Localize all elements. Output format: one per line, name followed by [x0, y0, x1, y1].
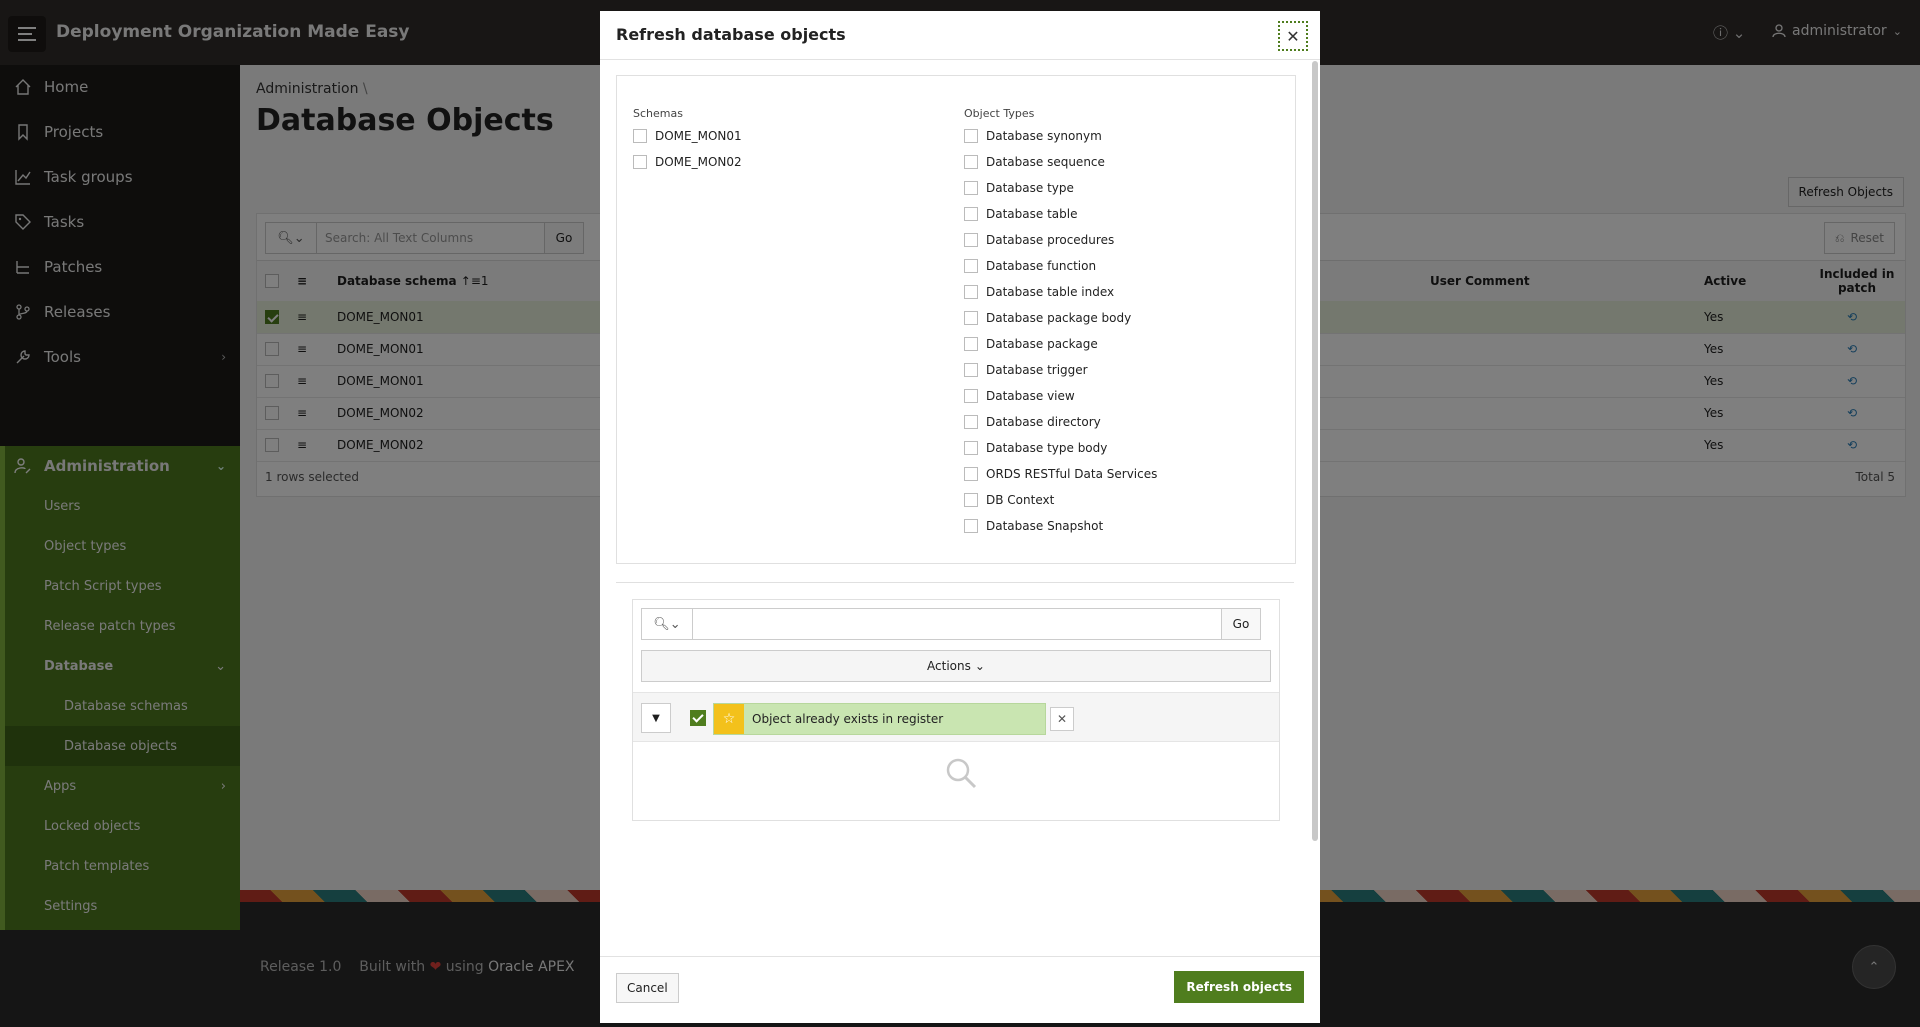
checkbox-label: Database function: [986, 259, 1097, 273]
checkbox-label: Database type body: [986, 441, 1108, 455]
object-type-checkbox[interactable]: Database view: [964, 388, 1075, 404]
checkbox-label: ORDS RESTful Data Services: [986, 467, 1158, 481]
caret-down-icon: ▼: [652, 712, 660, 724]
results-report: 🔍︎⌄ Go Actions ⌄ ▼ ☆ Object already exist…: [632, 599, 1280, 821]
schemas-label: Schemas: [633, 107, 683, 120]
filter-chip[interactable]: ☆ Object already exists in register: [713, 703, 1046, 735]
actions-label: Actions: [927, 659, 971, 673]
results-region: 🔍︎⌄ Go Actions ⌄ ▼ ☆ Object already exist…: [616, 582, 1294, 863]
dialog-footer: Cancel Refresh objects: [600, 956, 1320, 1024]
checkbox-label: Database package body: [986, 311, 1132, 325]
object-type-checkbox[interactable]: Database procedures: [964, 232, 1114, 248]
close-icon: ✕: [1056, 712, 1068, 726]
schema-checkbox[interactable]: DOME_MON02: [633, 154, 742, 170]
no-data-search-icon: [943, 755, 979, 795]
filter-collapse-button[interactable]: ▼: [641, 703, 671, 733]
search-icon: 🔍︎⌄: [653, 616, 681, 632]
checkbox-label: DOME_MON01: [655, 129, 742, 143]
checkbox-label: Database package: [986, 337, 1098, 351]
checkbox-label: Database Snapshot: [986, 519, 1104, 533]
checkbox-label: Database table index: [986, 285, 1115, 299]
checkbox-label: Database procedures: [986, 233, 1115, 247]
dialog-close-button[interactable]: ✕: [1278, 21, 1308, 51]
object-type-checkbox[interactable]: DB Context: [964, 492, 1054, 508]
close-icon: ✕: [1286, 26, 1300, 46]
filter-enable-checkbox[interactable]: [690, 710, 706, 726]
object-types-label: Object Types: [964, 107, 1035, 120]
checkbox-label: Database type: [986, 181, 1074, 195]
refresh-objects-submit-button[interactable]: Refresh objects: [1174, 971, 1304, 1003]
checkbox-label: Database sequence: [986, 155, 1105, 169]
object-type-checkbox[interactable]: Database synonym: [964, 128, 1102, 144]
object-type-checkbox[interactable]: Database sequence: [964, 154, 1105, 170]
checkbox-label: Database trigger: [986, 363, 1088, 377]
object-type-checkbox[interactable]: Database type body: [964, 440, 1107, 456]
dialog-scrollbar[interactable]: [1312, 61, 1318, 841]
checkbox-label: DOME_MON02: [655, 155, 742, 169]
results-search-input[interactable]: [693, 609, 1258, 639]
remove-filter-button[interactable]: ✕: [1050, 707, 1074, 731]
checkbox-label: Database table: [986, 207, 1078, 221]
object-type-checkbox[interactable]: ORDS RESTful Data Services: [964, 466, 1157, 482]
chevron-down-icon: ⌄: [974, 659, 985, 673]
object-type-checkbox[interactable]: Database Snapshot: [964, 518, 1103, 534]
filters-region: Schemas DOME_MON01 DOME_MON02 Object Typ…: [616, 75, 1296, 564]
actions-menu-button[interactable]: Actions ⌄: [641, 650, 1271, 682]
checkbox-label: Database synonym: [986, 129, 1102, 143]
star-icon: ☆: [714, 704, 744, 734]
checkbox-label: Database directory: [986, 415, 1101, 429]
schema-checkbox[interactable]: DOME_MON01: [633, 128, 742, 144]
object-type-checkbox[interactable]: Database table index: [964, 284, 1114, 300]
object-type-checkbox[interactable]: Database directory: [964, 414, 1101, 430]
results-search-bar: 🔍︎⌄: [641, 608, 1259, 640]
dialog-header: Refresh database objects ✕: [600, 11, 1320, 60]
checkbox-label: DB Context: [986, 493, 1055, 507]
object-type-checkbox[interactable]: Database package body: [964, 310, 1131, 326]
refresh-objects-dialog: Refresh database objects ✕ Schemas DOME_…: [600, 11, 1320, 1023]
search-column-button[interactable]: 🔍︎⌄: [642, 609, 693, 639]
object-type-checkbox[interactable]: Database type: [964, 180, 1074, 196]
object-type-checkbox[interactable]: Database trigger: [964, 362, 1088, 378]
object-type-checkbox[interactable]: Database function: [964, 258, 1096, 274]
object-type-checkbox[interactable]: Database table: [964, 206, 1077, 222]
filter-row: ▼ ☆ Object already exists in register ✕: [633, 692, 1279, 742]
filter-chip-label: Object already exists in register: [752, 712, 944, 726]
dialog-title: Refresh database objects: [616, 25, 846, 44]
checkbox-label: Database view: [986, 389, 1075, 403]
cancel-button[interactable]: Cancel: [616, 973, 679, 1003]
results-go-button[interactable]: Go: [1221, 608, 1261, 640]
object-type-checkbox[interactable]: Database package: [964, 336, 1098, 352]
